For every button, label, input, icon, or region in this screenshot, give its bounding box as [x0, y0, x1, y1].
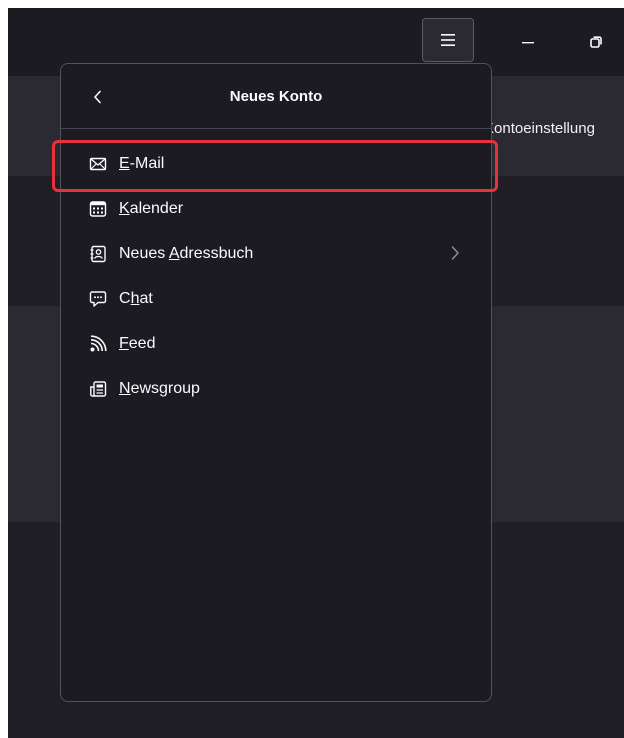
menu-item-email[interactable]: E-Mail: [61, 141, 491, 186]
minimize-button[interactable]: [506, 20, 550, 64]
menu-item-label: Feed: [119, 334, 156, 352]
newsgroup-icon: [89, 380, 107, 398]
new-account-panel: Neues Konto E-Mail Kalender Neues Adress…: [60, 63, 492, 702]
menu-item-feed[interactable]: Feed: [61, 321, 491, 366]
divider: [61, 128, 491, 129]
account-settings-label[interactable]: Kontoeinstellung: [484, 120, 595, 137]
panel-title: Neues Konto: [229, 88, 323, 105]
menu-item-chat[interactable]: Chat: [61, 276, 491, 321]
chevron-right-icon: [451, 246, 459, 260]
restore-button[interactable]: [574, 20, 618, 64]
menu-item-calendar[interactable]: Kalender: [61, 186, 491, 231]
menu-item-label: E-Mail: [119, 154, 165, 172]
new-account-menu: E-Mail Kalender Neues Adressbuch Chat Fe…: [61, 141, 491, 411]
menu-item-label: Kalender: [119, 199, 184, 217]
menu-item-label: Newsgroup: [119, 379, 200, 397]
app-window: Kontoeinstellung Neues Konto E-Mail Kale…: [8, 8, 624, 738]
restore-icon: [590, 36, 602, 48]
address-book-icon: [89, 245, 107, 263]
mail-icon: [89, 155, 107, 173]
menu-item-address-book[interactable]: Neues Adressbuch: [61, 231, 491, 276]
app-menu-button[interactable]: [422, 18, 474, 62]
menu-item-newsgroup[interactable]: Newsgroup: [61, 366, 491, 411]
calendar-icon: [89, 200, 107, 218]
menu-item-label: Chat: [119, 289, 153, 307]
minimize-icon: [522, 42, 534, 44]
hamburger-icon: [441, 34, 455, 46]
feed-icon: [89, 334, 107, 353]
menu-item-label: Neues Adressbuch: [119, 244, 254, 262]
panel-header: Neues Konto: [61, 64, 491, 128]
chat-icon: [89, 290, 107, 308]
